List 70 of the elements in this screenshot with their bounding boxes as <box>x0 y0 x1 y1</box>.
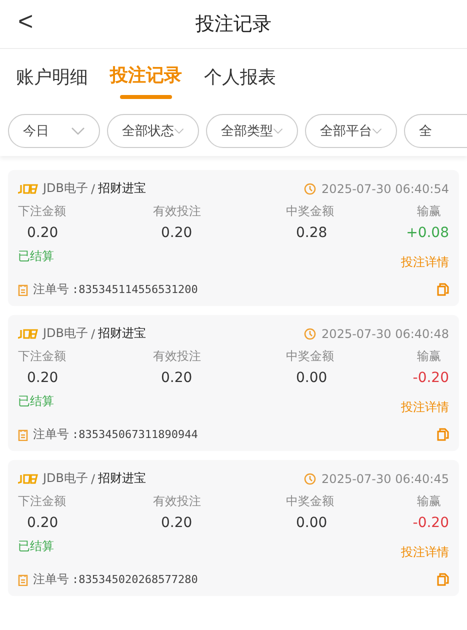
settled-status: 已结算 <box>18 248 54 265</box>
filter-dropdown[interactable]: 全部平台 <box>305 114 397 148</box>
provider-name: JDB电子 <box>43 325 88 342</box>
column-label: 输赢 <box>417 493 442 510</box>
provider-name: JDB电子 <box>43 470 88 487</box>
order-number-label: 注单号 <box>33 571 69 588</box>
filter-dropdown[interactable]: 全 <box>404 114 467 148</box>
provider-logo-icon <box>18 328 38 338</box>
column-label: 中奖金额 <box>286 348 334 365</box>
game-name: 招财进宝 <box>98 470 146 487</box>
amount-value: 0.00 <box>295 515 328 531</box>
amount-value: 0.20 <box>26 370 60 386</box>
provider-logo-icon <box>18 474 38 484</box>
settled-status: 已结算 <box>18 538 54 555</box>
clock-icon <box>304 182 316 194</box>
page-title: 投注记录 <box>196 12 272 37</box>
order-number: :835345114556531200 <box>72 283 198 296</box>
separator-slash: / <box>91 326 96 340</box>
separator-slash: / <box>91 472 96 486</box>
provider-name: JDB电子 <box>43 180 88 197</box>
column-label: 有效投注 <box>153 348 202 365</box>
column-label: 输赢 <box>417 348 442 365</box>
chevron-down-icon <box>372 127 382 135</box>
order-number-label: 注单号 <box>33 426 69 443</box>
column-label: 中奖金额 <box>286 493 334 510</box>
amount-value: 0.28 <box>295 225 328 241</box>
amount-value: -0.20 <box>412 370 449 386</box>
amount-value: 0.00 <box>295 370 328 386</box>
separator-slash: / <box>91 182 96 196</box>
amount-value: 0.20 <box>26 515 60 531</box>
filter-dropdown[interactable]: 今日 <box>8 114 100 148</box>
amount-value: -0.20 <box>412 515 449 531</box>
column-label: 有效投注 <box>153 493 202 510</box>
column-label: 中奖金额 <box>286 203 334 220</box>
filter-dropdown[interactable]: 全部状态 <box>107 114 199 148</box>
order-number: :835345067311890944 <box>72 428 198 441</box>
amount-value: 0.20 <box>160 225 194 241</box>
column-label: 下注金额 <box>18 348 67 365</box>
game-name: 招财进宝 <box>98 325 146 342</box>
column-label: 有效投注 <box>153 203 202 220</box>
order-number: :835345020268577280 <box>72 573 198 586</box>
clock-icon <box>304 328 316 340</box>
document-icon <box>18 574 28 586</box>
settled-status: 已结算 <box>18 393 54 410</box>
filter-dropdown[interactable]: 全部类型 <box>206 114 298 148</box>
bet-time: 2025-07-30 06:40:54 <box>322 182 449 196</box>
tab[interactable]: 个人报表 <box>204 59 276 99</box>
tab[interactable]: 账户明细 <box>16 59 88 99</box>
amount-value: 0.20 <box>160 515 194 531</box>
document-icon <box>18 284 28 296</box>
clock-icon <box>304 472 316 484</box>
copy-icon[interactable] <box>437 428 449 441</box>
copy-icon[interactable] <box>437 573 449 586</box>
back-button[interactable]: < <box>12 6 40 37</box>
game-name: 招财进宝 <box>98 180 146 197</box>
amount-value: +0.08 <box>405 225 449 241</box>
column-label: 输赢 <box>417 203 442 220</box>
provider-logo-icon <box>18 184 38 194</box>
chevron-down-icon <box>174 127 184 135</box>
bet-time: 2025-07-30 06:40:48 <box>322 326 449 340</box>
column-label: 下注金额 <box>18 493 67 510</box>
order-number-label: 注单号 <box>33 281 69 298</box>
amount-value: 0.20 <box>26 225 60 241</box>
copy-icon[interactable] <box>437 283 449 296</box>
column-label: 下注金额 <box>18 203 67 220</box>
amount-value: 0.20 <box>160 370 194 386</box>
chevron-down-icon <box>273 127 283 135</box>
bet-time: 2025-07-30 06:40:45 <box>322 472 449 486</box>
document-icon <box>18 428 28 440</box>
chevron-down-icon <box>71 127 85 135</box>
